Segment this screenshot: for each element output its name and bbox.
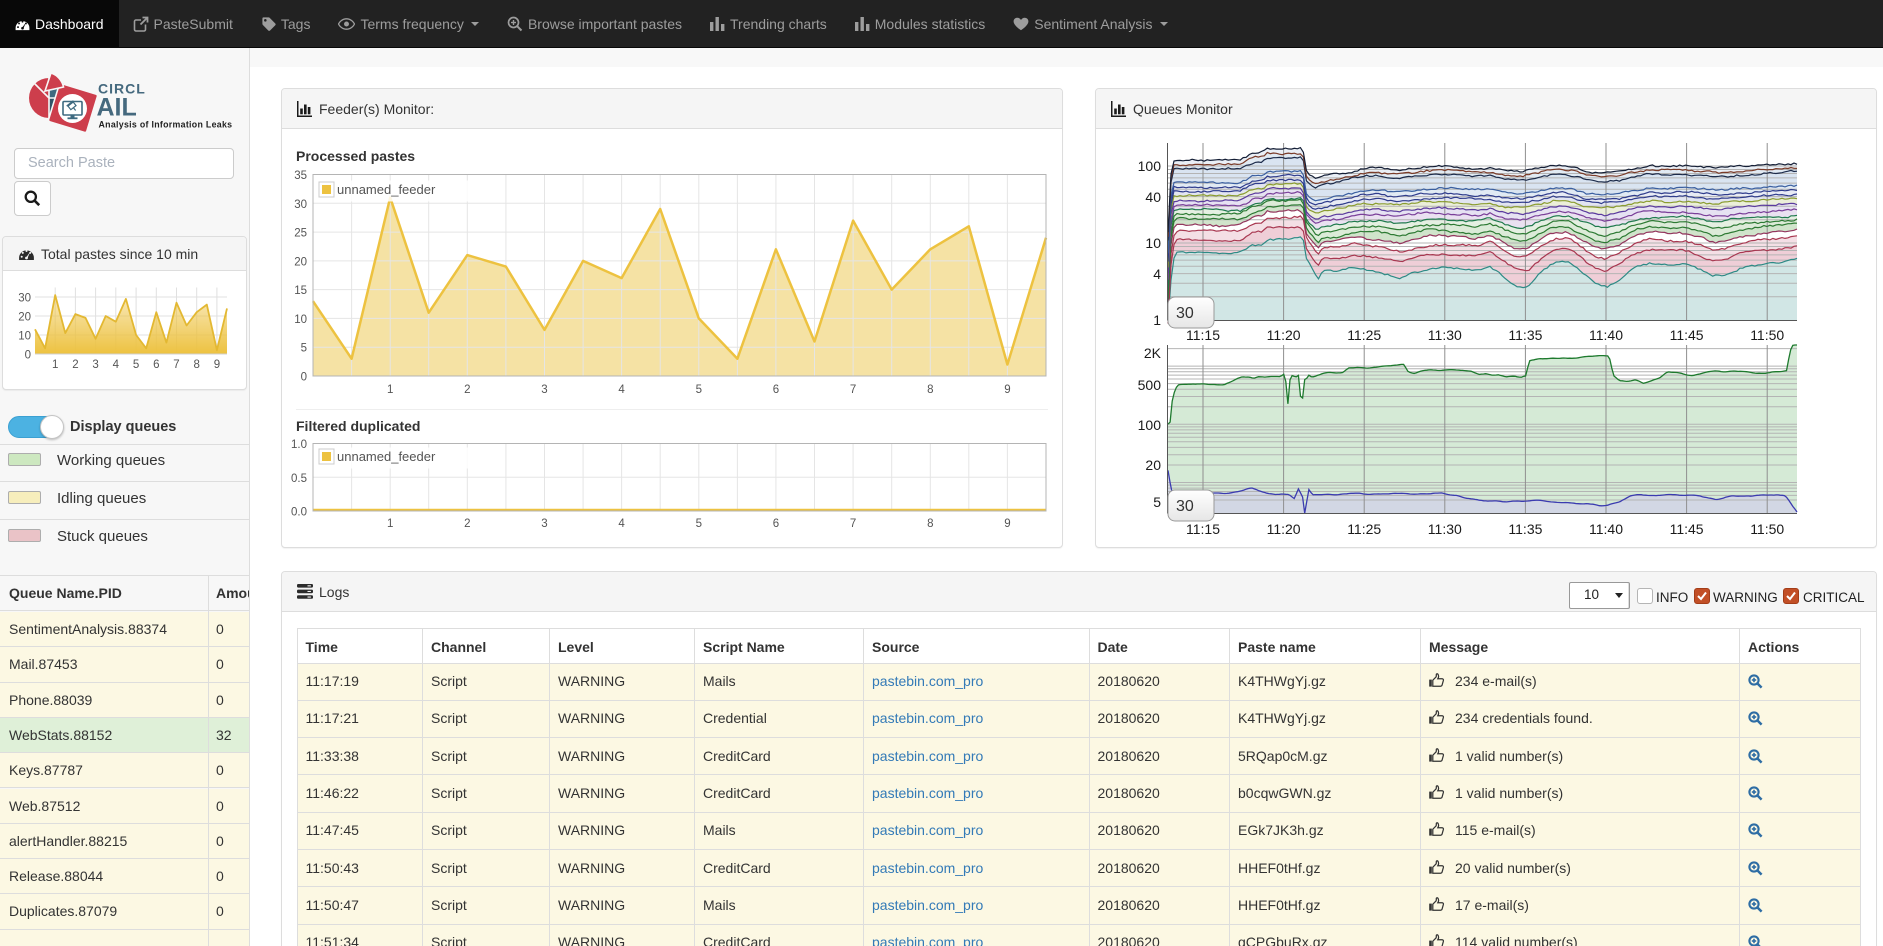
svg-text:20: 20 (1145, 457, 1161, 473)
svg-text:4: 4 (1153, 266, 1161, 282)
svg-text:11:40: 11:40 (1589, 327, 1623, 343)
svg-text:11:40: 11:40 (1589, 521, 1623, 537)
svg-text:40: 40 (1145, 189, 1161, 205)
svg-text:10: 10 (1145, 235, 1161, 251)
svg-text:11:35: 11:35 (1508, 521, 1542, 537)
svg-text:11:20: 11:20 (1267, 521, 1301, 537)
svg-text:11:25: 11:25 (1347, 521, 1381, 537)
svg-text:5: 5 (1153, 494, 1161, 510)
svg-text:11:35: 11:35 (1508, 327, 1542, 343)
svg-text:11:50: 11:50 (1750, 327, 1784, 343)
svg-text:11:30: 11:30 (1428, 521, 1462, 537)
svg-text:11:15: 11:15 (1186, 327, 1220, 343)
svg-text:11:45: 11:45 (1670, 521, 1704, 537)
svg-text:100: 100 (1138, 417, 1162, 433)
svg-text:11:30: 11:30 (1428, 327, 1462, 343)
svg-text:30: 30 (1176, 305, 1194, 322)
svg-text:11:45: 11:45 (1670, 327, 1704, 343)
svg-text:1: 1 (1153, 312, 1161, 328)
svg-text:11:50: 11:50 (1750, 521, 1784, 537)
svg-text:500: 500 (1138, 377, 1162, 393)
svg-text:11:25: 11:25 (1347, 327, 1381, 343)
svg-text:11:20: 11:20 (1267, 327, 1301, 343)
svg-text:30: 30 (1176, 498, 1194, 515)
svg-text:2K: 2K (1144, 345, 1162, 361)
svg-text:100: 100 (1138, 158, 1162, 174)
svg-text:11:15: 11:15 (1186, 521, 1220, 537)
